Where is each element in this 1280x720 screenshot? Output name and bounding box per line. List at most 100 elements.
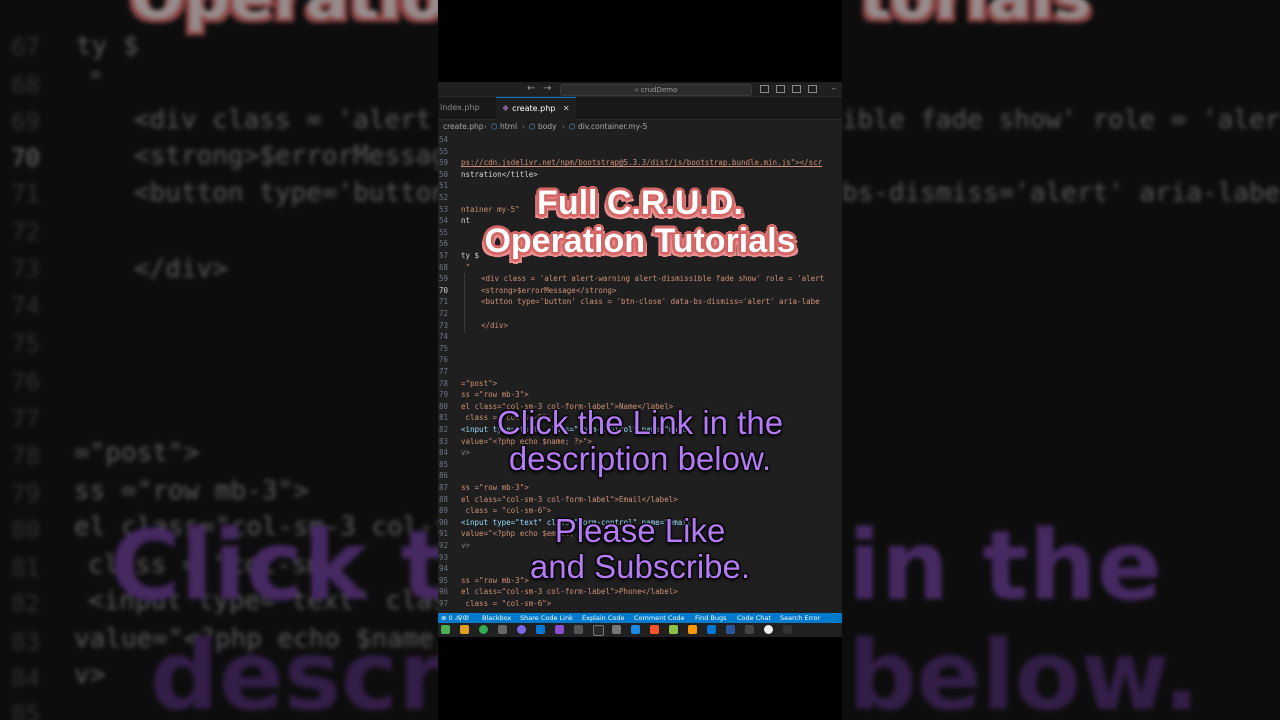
tab-label: create.php: [512, 104, 556, 113]
editor-tabs: index.php ❖ create.php ✕: [438, 97, 842, 120]
chrome-icon[interactable]: [479, 625, 488, 634]
element-icon: ⬡: [529, 122, 536, 131]
line-number: 74: [438, 332, 448, 342]
toggle-sidebar-icon[interactable]: [760, 85, 769, 93]
breadcrumb-item[interactable]: create.php: [443, 120, 483, 134]
visual-studio-icon[interactable]: [555, 625, 564, 634]
app-icon[interactable]: [574, 625, 583, 634]
background-left: Operation Tutorials 67 68 69 70 71 72 73…: [0, 0, 438, 720]
brave-icon[interactable]: [650, 625, 659, 634]
app-icon[interactable]: [764, 625, 773, 634]
code-line: class = "col-sm-6">: [461, 599, 552, 608]
title-bar: ← → ⌕ crudDemo –: [438, 82, 842, 97]
chevron-right-icon: ›: [484, 122, 487, 131]
settings-icon[interactable]: [745, 625, 754, 634]
word-icon[interactable]: [726, 625, 735, 634]
snipping-tool-icon[interactable]: [612, 625, 621, 634]
video-frame: ← → ⌕ crudDemo – index.php ❖ create.php ✕…: [438, 0, 842, 720]
close-tab-icon[interactable]: ✕: [563, 104, 570, 113]
code-line: <button type='button' class = 'btn-close…: [481, 297, 820, 307]
forward-arrow-icon[interactable]: →: [543, 82, 551, 96]
breadcrumb-label: body: [537, 122, 557, 131]
line-number: 55: [438, 146, 448, 156]
status-item-code-chat[interactable]: Code Chat: [737, 613, 771, 623]
outlook-icon[interactable]: [707, 625, 716, 634]
line-number: 78: [438, 378, 448, 388]
subscribe-caption-overlay: Please Like and Subscribe.: [440, 513, 840, 585]
command-center-search[interactable]: ⌕ crudDemo: [560, 84, 752, 96]
code-line: nstration</title>: [461, 169, 538, 179]
line-number: 76: [438, 355, 448, 365]
ports-indicator[interactable]: ⚲ 0: [458, 613, 469, 623]
line-number: 68: [438, 262, 448, 272]
code-line: </div>: [481, 320, 509, 330]
title-line-1: Full C.R.U.D.: [537, 184, 743, 222]
breadcrumb: create.php › ⬡ html › ⬡ body › ⬡ div.con…: [438, 120, 842, 134]
status-item-blackbox[interactable]: Blackbox: [482, 613, 511, 623]
vscode-icon[interactable]: [536, 625, 545, 634]
breadcrumb-item[interactable]: ⬡ body: [529, 120, 557, 134]
line-number: 73: [438, 320, 448, 330]
line-number: 50: [438, 169, 448, 179]
windows-taskbar: [438, 623, 842, 637]
line-number: 72: [438, 309, 448, 318]
line-number: 87: [438, 483, 448, 492]
caption-line: and Subscribe.: [529, 548, 751, 585]
line-number: 71: [438, 297, 448, 307]
customize-layout-icon[interactable]: [808, 85, 817, 93]
code-line: <div class = 'alert alert-warning alert-…: [481, 274, 825, 284]
app-icon[interactable]: [498, 625, 507, 634]
line-number: 97: [438, 599, 448, 608]
status-item-comment-code[interactable]: Comment Code: [634, 613, 685, 623]
line-number: 79: [438, 390, 448, 400]
app-icon[interactable]: [441, 625, 450, 634]
caption-line: Click the Link in the: [496, 404, 784, 441]
title-line-2: Operation Tutorials: [484, 222, 796, 260]
breadcrumb-label: html: [499, 122, 518, 131]
tab-label: index.php: [440, 103, 480, 112]
toggle-panel-icon[interactable]: [776, 85, 785, 93]
workspace-name: crudDemo: [640, 86, 678, 94]
app-icon[interactable]: [783, 625, 792, 634]
code-line: el class="col-sm-3 col-form-label">Email…: [461, 494, 678, 504]
link-caption-overlay: Click the Link in the description below.: [440, 405, 840, 477]
line-number: 75: [438, 343, 448, 353]
line-number: 54: [438, 135, 448, 144]
line-number: 88: [438, 494, 448, 504]
caption-line: Please Like: [554, 512, 726, 549]
video-title-overlay: Full C.R.U.D. Operation Tutorials: [440, 184, 840, 260]
chevron-right-icon: ›: [562, 122, 565, 131]
breadcrumb-item[interactable]: ⬡ div.container.my-5: [569, 120, 647, 134]
file-explorer-icon[interactable]: [460, 625, 469, 634]
background-right: torials ible fade show' role = 'aler bs-…: [842, 0, 1280, 720]
minimize-button[interactable]: –: [832, 82, 837, 96]
toggle-secondary-sidebar-icon[interactable]: [792, 85, 801, 93]
code-line: ="post">: [461, 378, 498, 388]
status-item-find-bugs[interactable]: Find Bugs: [695, 613, 726, 623]
code-line: <strong>$errorMessage</strong>: [481, 285, 617, 295]
status-item-search-error[interactable]: Search Error: [780, 613, 820, 623]
app-icon[interactable]: [688, 625, 697, 634]
terminal-icon[interactable]: [593, 625, 604, 636]
php-file-icon: ❖: [502, 104, 510, 113]
back-arrow-icon[interactable]: ←: [527, 82, 535, 96]
chevron-right-icon: ›: [522, 122, 525, 131]
app-icon[interactable]: [631, 625, 640, 634]
app-icon[interactable]: [669, 625, 678, 634]
line-number: 77: [438, 367, 448, 376]
code-line: ss ="row mb-3">: [461, 483, 529, 492]
tab-index-php[interactable]: index.php: [440, 97, 496, 119]
element-icon: ⬡: [569, 122, 576, 131]
code-line: ": [461, 262, 471, 272]
messenger-icon[interactable]: [517, 625, 526, 634]
status-item-explain-code[interactable]: Explain Code: [582, 613, 625, 623]
status-bar: ⊗ 0 ⚠ 0 ⚲ 0 Blackbox Share Code Link Exp…: [438, 613, 842, 623]
breadcrumb-item[interactable]: ⬡ html: [491, 120, 517, 134]
element-icon: ⬡: [491, 122, 498, 131]
code-line: ps://cdn.jsdelivr.net/npm/bootstrap@5.3.…: [461, 158, 823, 168]
status-item-share-code-link[interactable]: Share Code Link: [520, 613, 573, 623]
line-number: 59: [438, 274, 448, 284]
line-number: 59: [438, 158, 448, 168]
tab-create-php[interactable]: ❖ create.php ✕: [496, 97, 576, 120]
indent-guide: [464, 273, 465, 333]
